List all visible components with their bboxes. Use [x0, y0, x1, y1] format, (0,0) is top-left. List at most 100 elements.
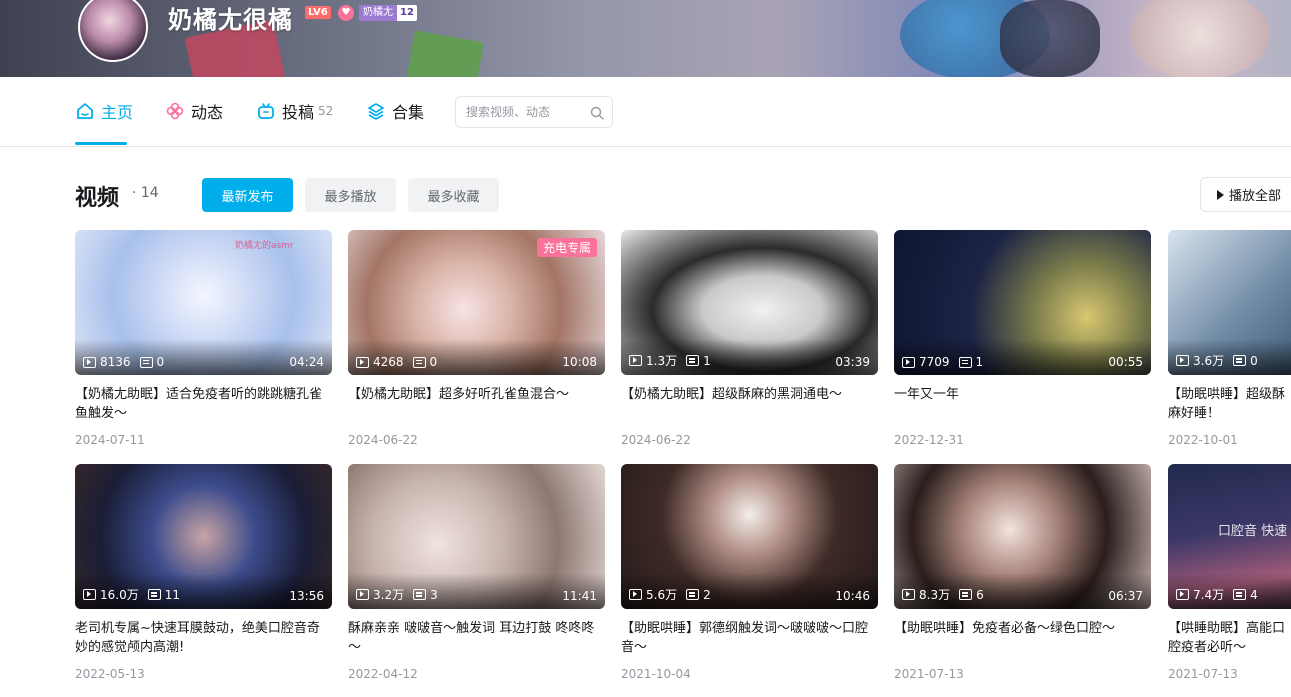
video-title[interactable]: 【助眠哄睡】免疫者必备～绿色口腔～	[894, 619, 1151, 657]
video-title[interactable]: 【奶橘尢助眠】超多好听孔雀鱼混合～	[348, 385, 605, 423]
sort-most-played[interactable]: 最多播放	[305, 178, 396, 212]
video-thumbnail[interactable]: 充电专属 4268 0 10:08	[348, 230, 605, 375]
video-thumbnail[interactable]: 3.6万 0	[1168, 230, 1291, 375]
video-date: 2021-07-13	[1168, 667, 1238, 681]
charge-exclusive-badge: 充电专属	[536, 238, 597, 257]
video-thumbnail[interactable]: 口腔音 快速 7.4万 4	[1168, 464, 1291, 609]
video-date: 2022-10-01	[1168, 433, 1238, 447]
play-count-icon	[902, 356, 915, 368]
tab-home[interactable]: 主页	[75, 99, 133, 123]
video-title[interactable]: 【助眠哄睡】郭德纲触发词～啵啵啵～口腔音～	[621, 619, 878, 657]
play-all-label: 播放全部	[1229, 189, 1282, 204]
search-input[interactable]	[466, 97, 586, 127]
danmaku-count: 0	[1250, 353, 1258, 368]
video-card[interactable]: 1.3万 1 03:39 【奶橘尢助眠】超级酥麻的黑洞通电～ 2024-06-2…	[621, 230, 878, 447]
video-card[interactable]: 口腔音 快速 7.4万 4 【哄睡助眠】高能口腔疫者必听～ 2021-07-13	[1168, 464, 1291, 681]
video-date: 2021-07-13	[894, 667, 964, 681]
video-card[interactable]: 8.3万 6 06:37 【助眠哄睡】免疫者必备～绿色口腔～ 2021-07-1…	[894, 464, 1151, 681]
play-count: 5.6万	[646, 588, 678, 602]
video-title[interactable]: 酥麻亲亲 啵啵音～触发词 耳边打鼓 咚咚咚～	[348, 619, 605, 657]
video-card[interactable]: 奶橘尢的asmr 8136 0 04:24 【奶橘尢助眠】适合免疫者听的跳跳糖孔…	[75, 230, 332, 447]
video-title[interactable]: 【助眠哄睡】超级酥麻好睡！	[1168, 385, 1291, 423]
tab-dynamic[interactable]: 动态	[165, 99, 223, 123]
video-stats: 7.4万 4	[1176, 586, 1258, 603]
play-all-button[interactable]: 播放全部	[1200, 177, 1291, 212]
sort-latest[interactable]: 最新发布	[202, 178, 293, 212]
danmaku-icon	[412, 356, 426, 368]
video-thumbnail[interactable]: 奶橘尢的asmr 8136 0 04:24	[75, 230, 332, 375]
play-count: 3.6万	[1193, 354, 1225, 368]
danmaku-count: 0	[156, 355, 165, 369]
danmaku-count: 6	[976, 587, 984, 602]
profile-nav: 主页 动态 投稿 52 合集	[0, 77, 1291, 147]
danmaku-icon	[958, 356, 972, 368]
vip-icon: ♥	[338, 5, 354, 21]
play-count-icon	[1176, 355, 1189, 366]
danmaku-icon	[1233, 355, 1247, 366]
level-badge: LV6	[305, 6, 331, 19]
search-icon[interactable]	[590, 105, 604, 120]
video-title[interactable]: 【哄睡助眠】高能口腔疫者必听～	[1168, 619, 1291, 657]
video-duration: 04:24	[289, 355, 324, 369]
play-count-icon	[356, 589, 369, 600]
play-count-icon	[902, 589, 915, 600]
video-thumbnail[interactable]: 1.3万 1 03:39	[621, 230, 878, 375]
video-duration: 11:41	[562, 589, 597, 603]
danmaku-icon	[147, 589, 161, 600]
fan-medal[interactable]: 奶橘尢 12	[359, 5, 417, 21]
banner-decoration	[1130, 0, 1270, 77]
video-stats: 16.0万 11	[83, 586, 180, 603]
video-date: 2024-07-11	[75, 433, 145, 447]
play-icon	[1217, 189, 1224, 200]
video-thumbnail[interactable]: 16.0万 11 13:56	[75, 464, 332, 609]
play-count-icon	[83, 589, 96, 600]
tab-collections[interactable]: 合集	[366, 99, 424, 123]
uploads-count: 52	[318, 104, 334, 118]
video-stats: 3.2万 3	[356, 586, 438, 603]
username[interactable]: 奶橘尢很橘	[168, 0, 293, 35]
tab-uploads-label: 投稿	[282, 103, 315, 122]
danmaku-count: 11	[164, 587, 181, 602]
video-card[interactable]: 16.0万 11 13:56 老司机专属~快速耳膜鼓动，绝美口腔音奇妙的感觉颅内…	[75, 464, 332, 681]
play-count-icon	[83, 356, 96, 368]
active-tab-indicator	[75, 142, 127, 145]
video-card[interactable]: 5.6万 2 10:46 【助眠哄睡】郭德纲触发词～啵啵啵～口腔音～ 2021-…	[621, 464, 878, 681]
danmaku-count: 1	[975, 355, 984, 369]
play-count: 8.3万	[919, 588, 951, 602]
video-title[interactable]: 【奶橘尢助眠】适合免疫者听的跳跳糖孔雀鱼触发～	[75, 385, 332, 423]
danmaku-count: 3	[430, 587, 438, 602]
video-stats: 1.3万 1	[629, 352, 711, 369]
video-thumbnail[interactable]: 5.6万 2 10:46	[621, 464, 878, 609]
video-duration: 06:37	[1108, 589, 1143, 603]
video-thumbnail[interactable]: 7709 1 00:55	[894, 230, 1151, 375]
thumbnail-caption: 口腔音 快速	[1218, 524, 1288, 539]
video-thumbnail[interactable]: 8.3万 6 06:37	[894, 464, 1151, 609]
video-title[interactable]: 【奶橘尢助眠】超级酥麻的黑洞通电～	[621, 385, 878, 423]
windmill-icon	[165, 101, 185, 121]
video-card[interactable]: 3.2万 3 11:41 酥麻亲亲 啵啵音～触发词 耳边打鼓 咚咚咚～ 2022…	[348, 464, 605, 681]
danmaku-count: 4	[1250, 587, 1258, 602]
play-count-icon	[1176, 589, 1189, 600]
danmaku-icon	[686, 589, 700, 600]
tab-dynamic-label: 动态	[191, 103, 224, 122]
danmaku-icon	[413, 589, 427, 600]
play-count: 8136	[100, 355, 131, 369]
video-card[interactable]: 7709 1 00:55 一年又一年 2022-12-31	[894, 230, 1151, 447]
video-card[interactable]: 3.6万 0 【助眠哄睡】超级酥麻好睡！ 2022-10-01	[1168, 230, 1291, 447]
avatar[interactable]	[78, 0, 148, 62]
video-stats: 8.3万 6	[902, 586, 984, 603]
video-stats: 8136 0	[83, 355, 164, 369]
tab-uploads[interactable]: 投稿 52	[256, 99, 333, 123]
video-title[interactable]: 老司机专属~快速耳膜鼓动，绝美口腔音奇妙的感觉颅内高潮!	[75, 619, 332, 657]
video-card[interactable]: 充电专属 4268 0 10:08 【奶橘尢助眠】超多好听孔雀鱼混合～ 2024…	[348, 230, 605, 447]
video-date: 2022-12-31	[894, 433, 964, 447]
play-count-icon	[629, 355, 642, 366]
sort-most-favorited[interactable]: 最多收藏	[408, 178, 499, 212]
play-count: 4268	[373, 355, 404, 369]
video-thumbnail[interactable]: 3.2万 3 11:41	[348, 464, 605, 609]
danmaku-count: 1	[703, 353, 711, 368]
video-title[interactable]: 一年又一年	[894, 385, 1151, 423]
play-count: 16.0万	[100, 588, 139, 602]
play-count: 3.2万	[373, 588, 405, 602]
video-stats: 3.6万 0	[1176, 352, 1258, 369]
